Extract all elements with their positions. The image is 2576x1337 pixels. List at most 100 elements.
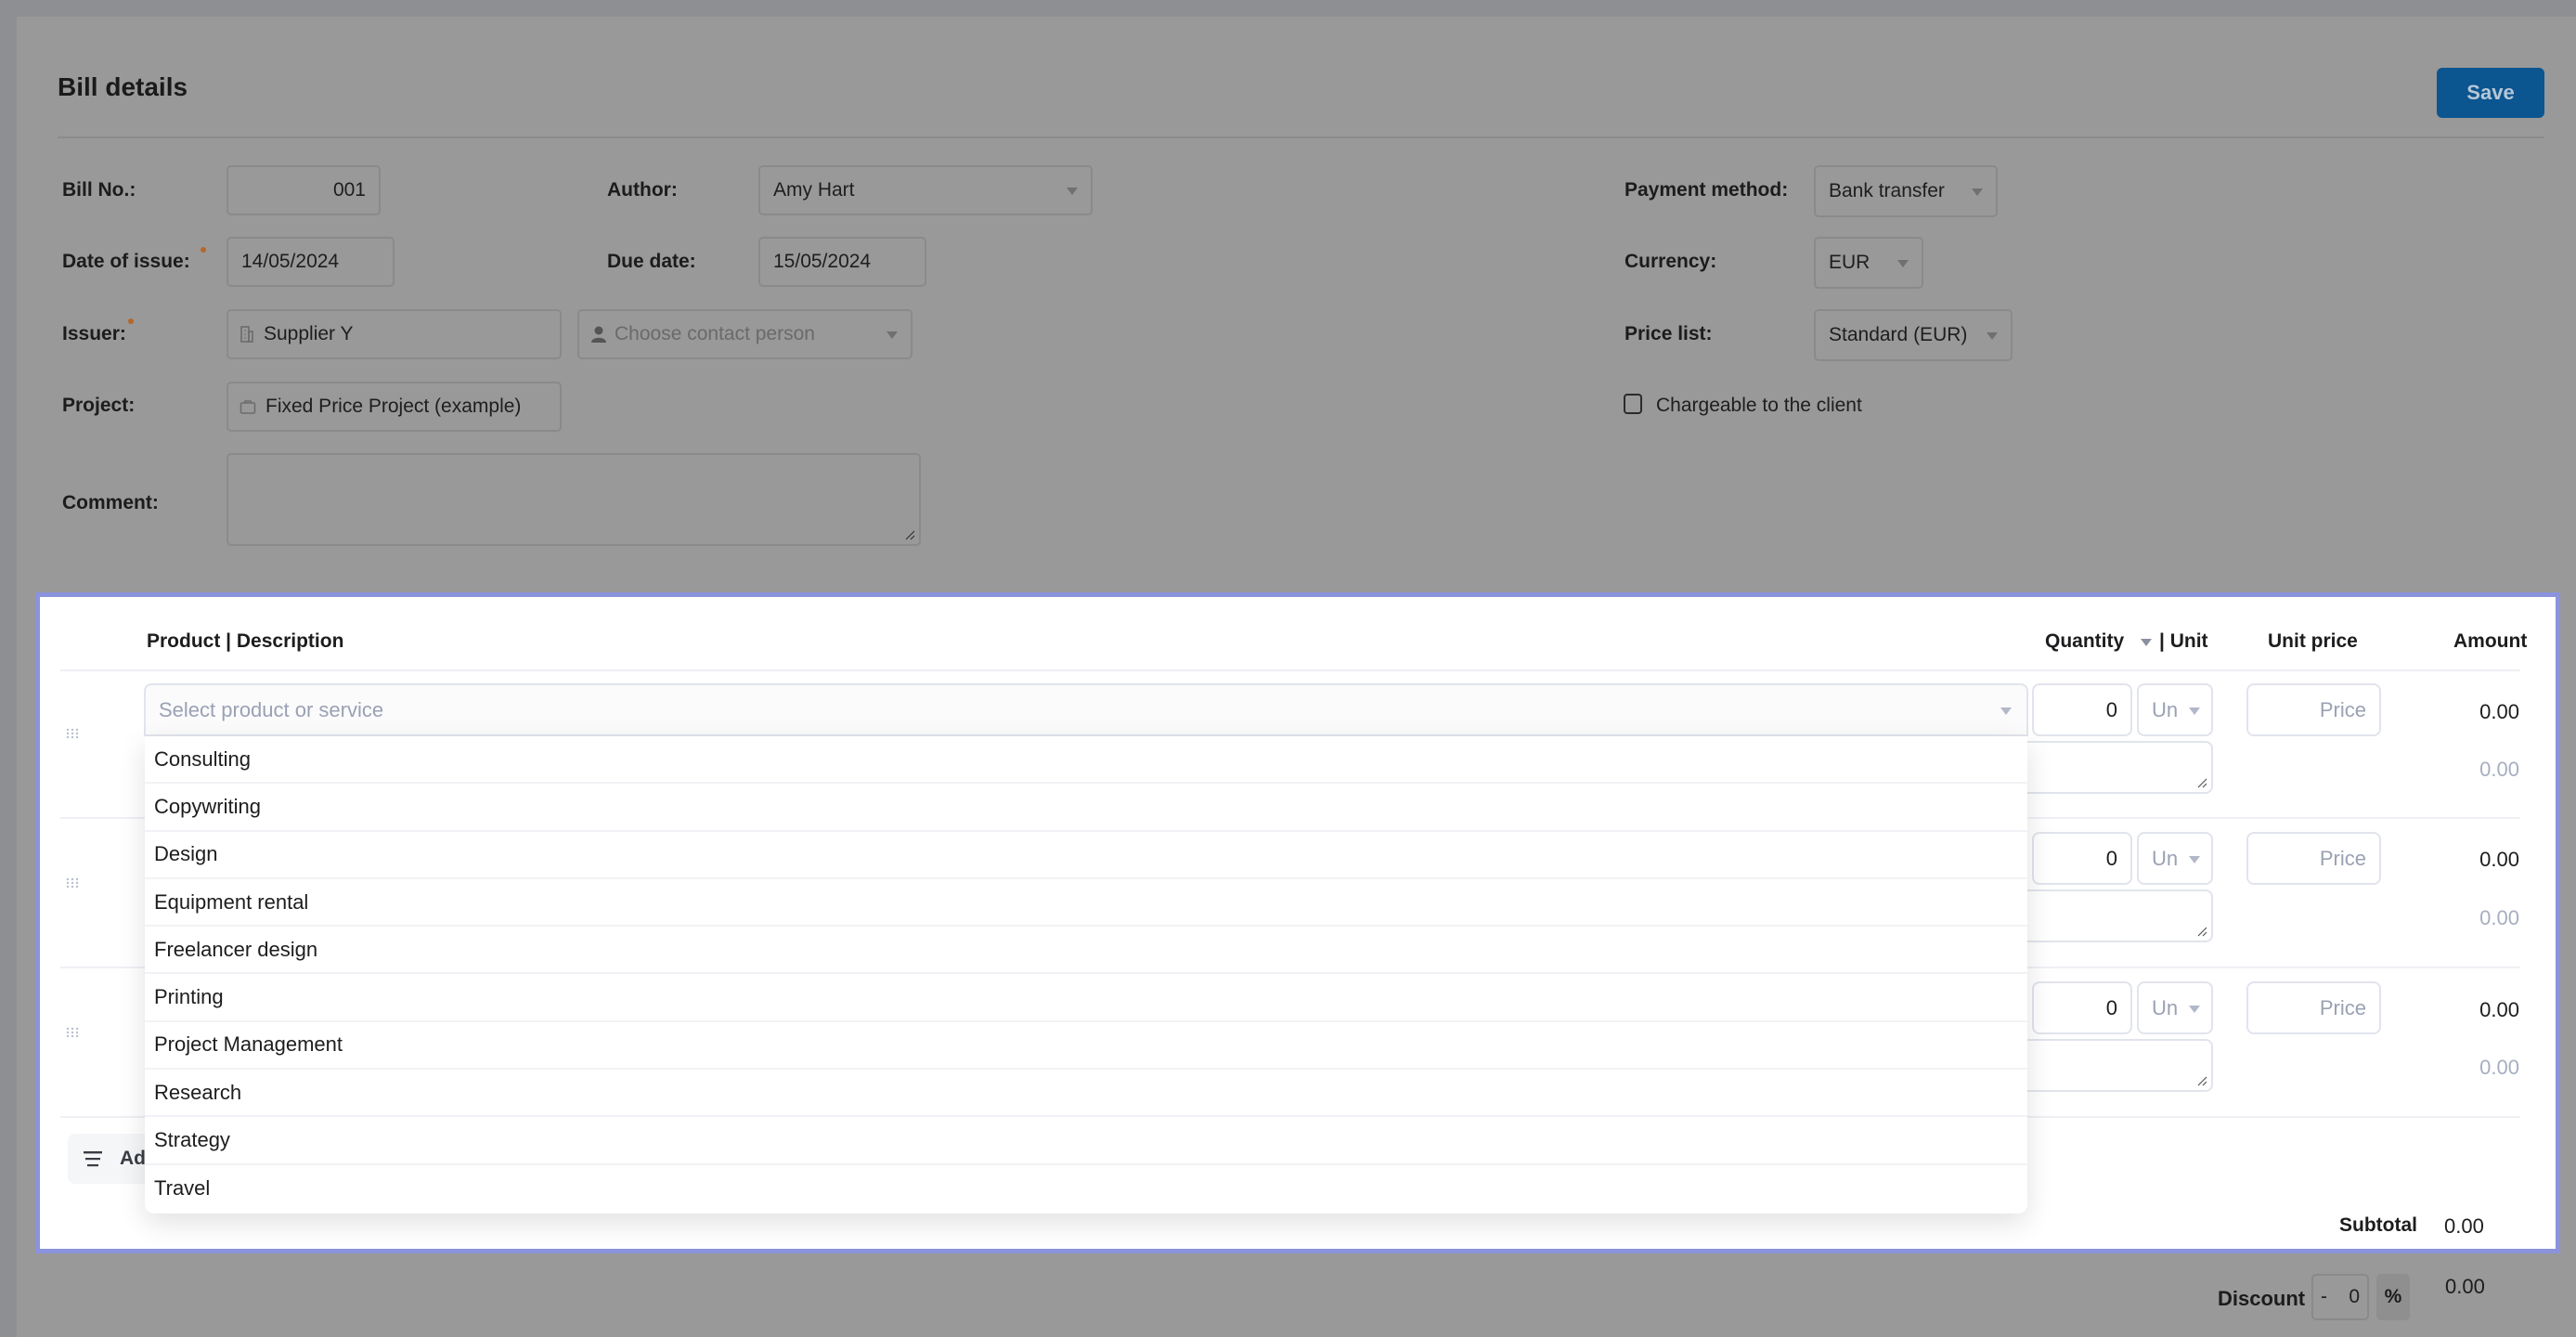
drag-handle-icon[interactable] bbox=[66, 1027, 81, 1038]
chevron-down-icon bbox=[2189, 707, 2200, 715]
chevron-down-icon bbox=[1897, 260, 1909, 267]
briefcase-icon bbox=[239, 400, 256, 414]
line-items-section: Product | Description Quantity | Unit Un… bbox=[35, 592, 2560, 1253]
currency-label: Currency: bbox=[1625, 251, 1717, 272]
author-value: Amy Hart bbox=[773, 179, 855, 201]
dropdown-option[interactable]: Copywriting bbox=[145, 784, 2027, 832]
date-of-issue-label: Date of issue: bbox=[62, 251, 190, 272]
price-list-select[interactable]: Standard (EUR) bbox=[1814, 309, 2013, 361]
dropdown-option[interactable]: Consulting bbox=[145, 736, 2027, 785]
chevron-down-icon bbox=[1972, 188, 1983, 196]
row-amount: 0.00 bbox=[2479, 848, 2519, 871]
row-amount: 0.00 bbox=[2479, 700, 2519, 723]
author-select[interactable]: Amy Hart bbox=[758, 165, 1093, 215]
chargeable-label: Chargeable to the client bbox=[1656, 395, 1862, 416]
column-header-unit-price: Unit price bbox=[2268, 630, 2358, 652]
required-indicator bbox=[201, 247, 206, 253]
payment-method-select[interactable]: Bank transfer bbox=[1814, 165, 1998, 217]
unit-value: Un bbox=[2152, 995, 2179, 1019]
discount-unit-toggle[interactable]: % bbox=[2376, 1274, 2410, 1320]
drag-handle-icon[interactable] bbox=[66, 877, 81, 889]
due-date-input[interactable]: 15/05/2024 bbox=[758, 237, 926, 287]
resize-handle-icon[interactable] bbox=[2196, 926, 2207, 937]
comment-label: Comment: bbox=[62, 492, 159, 513]
project-value: Fixed Price Project (example) bbox=[265, 396, 522, 417]
dropdown-option[interactable]: Freelancer design bbox=[145, 927, 2027, 975]
drag-handle-icon[interactable] bbox=[66, 728, 81, 739]
price-input[interactable]: Price bbox=[2246, 832, 2381, 885]
chevron-down-icon bbox=[2189, 1006, 2200, 1013]
price-input[interactable]: Price bbox=[2246, 981, 2381, 1034]
quantity-input[interactable]: 0 bbox=[2032, 683, 2132, 736]
product-dropdown-menu: Consulting Copywriting Design Equipment … bbox=[145, 736, 2027, 1214]
project-label: Project: bbox=[62, 395, 136, 416]
resize-handle-icon[interactable] bbox=[2196, 777, 2207, 788]
subtotal-value: 0.00 bbox=[2444, 1214, 2484, 1238]
quantity-value: 0 bbox=[2105, 697, 2117, 721]
dropdown-option[interactable]: Strategy bbox=[145, 1117, 2027, 1165]
chevron-down-icon bbox=[1987, 332, 1998, 340]
payment-method-label: Payment method: bbox=[1625, 179, 1789, 201]
dropdown-option[interactable]: Equipment rental bbox=[145, 879, 2027, 928]
unit-select[interactable]: Un bbox=[2137, 683, 2213, 736]
quantity-sort-icon[interactable] bbox=[2141, 639, 2152, 646]
bill-no-label: Bill No.: bbox=[62, 179, 136, 201]
unit-select[interactable]: Un bbox=[2137, 981, 2213, 1034]
price-input[interactable]: Price bbox=[2246, 683, 2381, 736]
subtotal-label: Subtotal bbox=[2339, 1214, 2417, 1236]
quantity-value: 0 bbox=[2105, 995, 2117, 1019]
quantity-input[interactable]: 0 bbox=[2032, 832, 2132, 885]
unit-select[interactable]: Un bbox=[2137, 832, 2213, 885]
price-placeholder: Price bbox=[2319, 697, 2366, 721]
price-list-label: Price list: bbox=[1625, 323, 1713, 344]
product-select-placeholder: Select product or service bbox=[159, 697, 384, 721]
quantity-input[interactable]: 0 bbox=[2032, 981, 2132, 1034]
building-icon bbox=[240, 326, 253, 343]
contact-person-placeholder: Choose contact person bbox=[615, 323, 815, 344]
list-icon bbox=[84, 1151, 102, 1167]
resize-handle-icon[interactable] bbox=[904, 529, 915, 540]
currency-value: EUR bbox=[1829, 252, 1871, 273]
column-header-quantity: Quantity bbox=[2045, 630, 2125, 652]
issuer-label: Issuer: bbox=[62, 323, 126, 344]
discount-label: Discount bbox=[2218, 1287, 2306, 1310]
dropdown-option[interactable]: Travel bbox=[145, 1165, 2027, 1213]
row-sub-amount: 0.00 bbox=[2479, 758, 2519, 781]
save-button[interactable]: Save bbox=[2437, 68, 2544, 118]
discount-amount: 0.00 bbox=[2445, 1275, 2485, 1298]
dropdown-option[interactable]: Design bbox=[145, 832, 2027, 879]
dropdown-option[interactable]: Project Management bbox=[145, 1022, 2027, 1071]
discount-input[interactable]: - 0 bbox=[2311, 1274, 2369, 1320]
discount-sign: - bbox=[2321, 1286, 2327, 1307]
dropdown-option[interactable]: Printing bbox=[145, 974, 2027, 1022]
chevron-down-icon bbox=[1067, 188, 1078, 195]
unit-value: Un bbox=[2152, 846, 2179, 870]
author-label: Author: bbox=[607, 179, 678, 201]
chevron-down-icon bbox=[2000, 707, 2012, 715]
resize-handle-icon[interactable] bbox=[2196, 1075, 2207, 1086]
row-sub-amount: 0.00 bbox=[2479, 906, 2519, 929]
issuer-value: Supplier Y bbox=[264, 323, 354, 344]
chargeable-checkbox[interactable] bbox=[1624, 394, 1642, 414]
chevron-down-icon bbox=[887, 331, 898, 339]
bill-no-input[interactable]: 001 bbox=[227, 165, 381, 215]
date-of-issue-value: 14/05/2024 bbox=[241, 251, 340, 272]
dropdown-option[interactable]: Research bbox=[145, 1070, 2027, 1118]
header-divider bbox=[60, 669, 2520, 671]
unit-value: Un bbox=[2152, 697, 2179, 721]
discount-value: 0 bbox=[2349, 1286, 2360, 1307]
header-divider bbox=[58, 136, 2544, 138]
description-textarea[interactable] bbox=[2017, 741, 2213, 794]
issuer-input[interactable]: Supplier Y bbox=[227, 309, 562, 359]
contact-person-select[interactable]: Choose contact person bbox=[577, 309, 913, 359]
currency-select[interactable]: EUR bbox=[1814, 237, 1923, 289]
product-select[interactable]: Select product or service bbox=[144, 683, 2028, 736]
column-header-amount: Amount bbox=[2453, 630, 2528, 652]
comment-textarea[interactable] bbox=[227, 453, 921, 546]
column-header-unit: | Unit bbox=[2159, 630, 2208, 652]
bill-no-value: 001 bbox=[332, 179, 366, 201]
description-textarea[interactable] bbox=[2017, 1039, 2213, 1092]
description-textarea[interactable] bbox=[2017, 889, 2213, 942]
date-of-issue-input[interactable]: 14/05/2024 bbox=[227, 237, 395, 287]
project-input[interactable]: Fixed Price Project (example) bbox=[227, 382, 562, 432]
